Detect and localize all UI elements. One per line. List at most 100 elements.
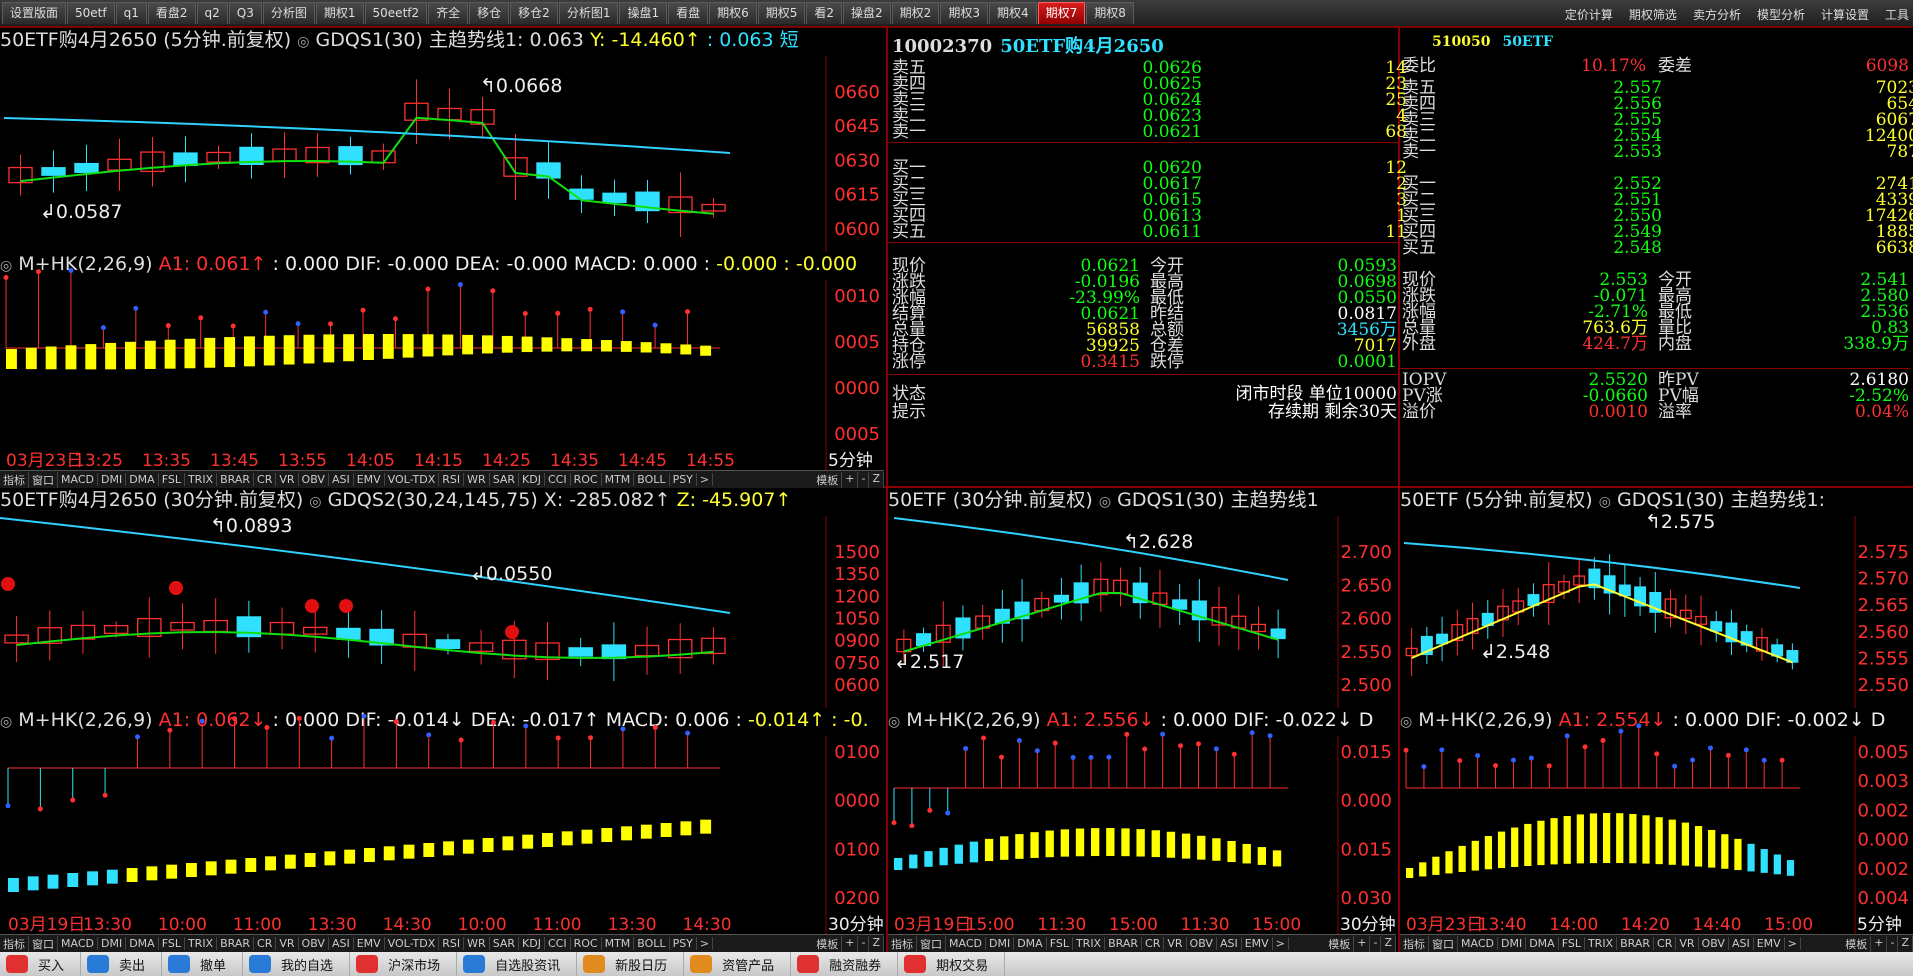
indicator-tab-窗口[interactable]: 窗口 [1429,935,1458,952]
taskbar-button-1[interactable]: 卖出 [81,952,163,976]
indicator-tab-roc[interactable]: ROC [571,473,602,486]
layout-tab-9[interactable]: 齐全 [428,2,469,24]
strip-control-3[interactable]: Z [869,935,884,952]
indicator-tab-trix[interactable]: TRIX [1585,937,1618,950]
indicator-tab-rsi[interactable]: RSI [439,937,465,950]
option-5min-candles[interactable]: 0660 0645 0630 0615 0600 ↰0.0668 ↲0.0587 [0,28,884,252]
layout-tab-23[interactable]: 期权8 [1086,2,1134,24]
layout-tab-4[interactable]: q2 [196,2,228,24]
indicator-tab-psy[interactable]: PSY [670,473,697,486]
strip-control-0[interactable]: 模板 [1325,935,1355,952]
indicator-tab-指标[interactable]: 指标 [0,471,29,488]
option-5min-indicator[interactable]: ◎ M+HK(2,26,9) A1: 0.061↑ : 0.000 DIF: -… [0,252,884,470]
strip-control-2[interactable]: - [858,935,870,952]
layout-tab-12[interactable]: 分析图1 [558,2,619,24]
taskbar-button-3[interactable]: 我的自选 [243,952,351,976]
option-5min-chart[interactable]: 50ETF购4月2650 (5分钟.前复权) ◎ GDQS1(30) 主趋势线1… [0,28,884,252]
more-arrow-icon[interactable]: > [1785,937,1801,950]
top-menu-item-2[interactable]: 卖方分析 [1693,6,1741,23]
indicator-tab-fsl[interactable]: FSL [1047,937,1073,950]
indicator-tab-obv[interactable]: OBV [1187,937,1217,950]
indicator-tab-kdj[interactable]: KDJ [519,937,545,950]
taskbar-button-4[interactable]: 沪深市场 [350,952,458,976]
etf-30min-chart[interactable]: 50ETF (30分钟.前复权) ◎ GDQS1(30) 主趋势线1 2.700… [888,488,1396,708]
layout-tab-5[interactable]: Q3 [228,2,262,24]
indicator-tab-窗口[interactable]: 窗口 [29,935,58,952]
top-menu-item-3[interactable]: 模型分析 [1757,6,1805,23]
indicator-tab-brar[interactable]: BRAR [1105,937,1143,950]
indicator-tab-brar[interactable]: BRAR [217,937,255,950]
layout-tab-21[interactable]: 期权4 [988,2,1037,24]
indicator-tab-dmi[interactable]: DMI [98,473,127,486]
taskbar-button-5[interactable]: 自选股资讯 [457,952,578,976]
more-arrow-icon[interactable]: > [697,937,714,950]
strip-control-3[interactable]: Z [1381,935,1396,952]
indicator-tab-窗口[interactable]: 窗口 [917,935,946,952]
layout-tab-13[interactable]: 操盘1 [619,2,668,24]
indicator-tab-vr[interactable]: VR [276,937,299,950]
taskbar-button-8[interactable]: 融资融券 [791,952,899,976]
indicator-tab-dma[interactable]: DMA [1014,937,1047,950]
layout-tab-10[interactable]: 移仓 [469,2,510,24]
indicator-tab-rsi[interactable]: RSI [439,473,465,486]
etf-5min-chart[interactable]: 50ETF (5分钟.前复权) ◎ GDQS1(30) 主趋势线1: 2.575… [1400,488,1913,708]
layout-tab-15[interactable]: 期权6 [709,2,757,24]
indicator-tab-cr[interactable]: CR [1142,937,1165,950]
book-row-etf-ask-4[interactable]: 卖一 2.553 787 [1402,144,1913,161]
more-arrow-icon[interactable]: > [1273,937,1289,950]
indicator-tab-brar[interactable]: BRAR [1617,937,1655,950]
indicator-tab-trix[interactable]: TRIX [1073,937,1106,950]
layout-tab-22[interactable]: 期权7 [1037,2,1086,24]
indicator-tab-emv[interactable]: EMV [1242,937,1273,950]
taskbar-button-2[interactable]: 撤单 [162,952,244,976]
etf-5min-indicator[interactable]: ◎ M+HK(2,26,9) A1: 2.554↓ : 0.000 DIF: -… [1400,708,1913,934]
strip-control-2[interactable]: - [1887,935,1899,952]
book-row-ask-4[interactable]: 卖一 0.0621 68 [892,124,1407,141]
indicator-tab-指标[interactable]: 指标 [0,935,29,952]
strip-control-1[interactable]: + [1354,935,1371,952]
strip-control-2[interactable]: - [1370,935,1382,952]
taskbar-button-6[interactable]: 新股日历 [577,952,685,976]
layout-tab-20[interactable]: 期权3 [940,2,988,24]
indicator-tab-obv[interactable]: OBV [1699,937,1729,950]
indicator-tab-fsl[interactable]: FSL [159,937,185,950]
indicator-tab-vr[interactable]: VR [1676,937,1699,950]
indicator-tab-kdj[interactable]: KDJ [519,473,545,486]
layout-tab-7[interactable]: 期权1 [315,2,364,24]
etf-5min-candles[interactable]: 2.575 2.570 2.565 2.560 2.555 2.550 ↰2.575 ↲2.5… [1400,488,1913,708]
indicator-tab-brar[interactable]: BRAR [217,473,255,486]
strip-control-1[interactable]: + [842,471,859,488]
indicator-tab-cci[interactable]: CCI [545,937,571,950]
indicator-tab-asi[interactable]: ASI [329,473,354,486]
etf-30min-candles[interactable]: 2.700 2.650 2.600 2.550 2.500 ↰2.628 ↲2.517 [888,488,1396,708]
layout-tab-19[interactable]: 期权2 [891,2,940,24]
top-menu-item-5[interactable]: 工具 [1885,6,1909,23]
layout-tab-1[interactable]: 50etf [67,2,115,24]
indicator-tab-roc[interactable]: ROC [571,937,602,950]
strip-control-1[interactable]: + [1871,935,1888,952]
indicator-tab-vol-tdx[interactable]: VOL-TDX [385,937,440,950]
strip-control-3[interactable]: Z [869,471,884,488]
indicator-tab-窗口[interactable]: 窗口 [29,471,58,488]
top-menu-item-4[interactable]: 计算设置 [1821,6,1869,23]
indicator-tab-macd[interactable]: MACD [58,937,98,950]
indicator-tab-vr[interactable]: VR [276,473,299,486]
book-row-etf-bid-4[interactable]: 买五 2.548 6638 [1402,240,1913,257]
indicator-tab-vr[interactable]: VR [1164,937,1187,950]
indicator-tab-asi[interactable]: ASI [1729,937,1754,950]
strip-control-1[interactable]: + [842,935,859,952]
indicator-tab-dmi[interactable]: DMI [986,937,1015,950]
layout-tab-11[interactable]: 移仓2 [510,2,558,24]
layout-tab-14[interactable]: 看盘 [668,2,709,24]
indicator-tab-cr[interactable]: CR [254,473,277,486]
indicator-tab-cr[interactable]: CR [1654,937,1677,950]
etf-5min-macd[interactable]: 0.005 0.003 0.002 0.000 0.002 0.004 03月23日13:4… [1400,708,1913,934]
indicator-tab-指标[interactable]: 指标 [888,935,917,952]
indicator-tab-cr[interactable]: CR [254,937,277,950]
option-30min-chart[interactable]: 50ETF购4月2650 (30分钟.前复权) ◎ GDQS2(30,24,14… [0,488,884,708]
strip-control-3[interactable]: Z [1898,935,1913,952]
taskbar-button-9[interactable]: 期权交易 [898,952,1006,976]
layout-tab-0[interactable]: 设置版面 [2,2,67,24]
layout-tab-18[interactable]: 操盘2 [843,2,891,24]
layout-tab-3[interactable]: 看盘2 [147,2,196,24]
